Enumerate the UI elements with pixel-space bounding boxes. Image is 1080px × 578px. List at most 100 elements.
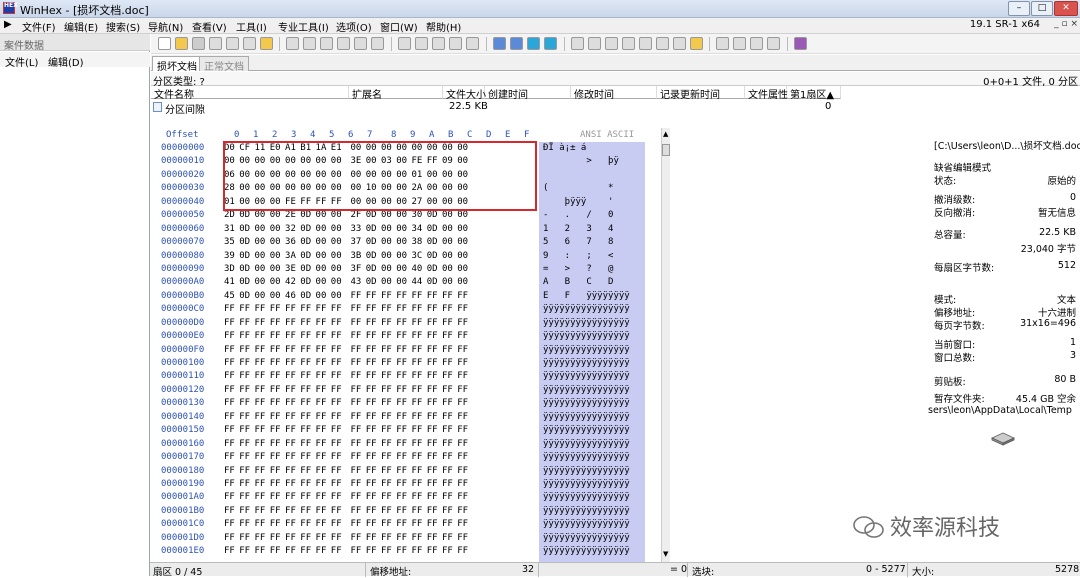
ascii-row[interactable]: ÿÿÿÿÿÿÿÿÿÿÿÿÿÿÿÿ (539, 478, 645, 491)
hex-row[interactable]: FF FF FF FF FF FF FF FF FF FF FF FF FF F… (224, 330, 540, 343)
new-file-icon[interactable] (158, 37, 171, 50)
menu-window[interactable]: 窗口(W) (380, 19, 418, 34)
close-button[interactable]: ✕ (1054, 1, 1078, 16)
ascii-row[interactable]: ÿÿÿÿÿÿÿÿÿÿÿÿÿÿÿÿ (539, 532, 645, 545)
menu-navigate[interactable]: 导航(N) (148, 19, 183, 34)
hex-row[interactable]: FF FF FF FF FF FF FF FF FF FF FF FF FF F… (224, 505, 540, 518)
analyze-icon[interactable] (690, 37, 703, 50)
hex-row[interactable]: 35 0D 00 00 36 0D 00 00 37 0D 00 00 38 0… (224, 236, 540, 249)
hex-row[interactable]: FF FF FF FF FF FF FF FF FF FF FF FF FF F… (224, 397, 540, 410)
copy-icon[interactable] (303, 37, 316, 50)
hex-row[interactable]: FF FF FF FF FF FF FF FF FF FF FF FF FF F… (224, 532, 540, 545)
ascii-row[interactable]: 9 : ; < (539, 250, 645, 263)
ascii-row[interactable]: ( * (539, 182, 645, 195)
menu-pro-tools[interactable]: 专业工具(I) (278, 19, 329, 34)
scroll-down-icon[interactable]: ▼ (663, 550, 668, 558)
hex-row[interactable]: FF FF FF FF FF FF FF FF FF FF FF FF FF F… (224, 384, 540, 397)
tab-damaged-doc[interactable]: 损坏文档 (152, 56, 202, 73)
open-disk-icon[interactable] (243, 37, 256, 50)
hex-row[interactable]: FF FF FF FF FF FF FF FF FF FF FF FF FF F… (224, 424, 540, 437)
hex-row[interactable]: FF FF FF FF FF FF FF FF FF FF FF FF FF F… (224, 465, 540, 478)
paste-write-icon[interactable] (354, 37, 367, 50)
hex-row[interactable]: FF FF FF FF FF FF FF FF FF FF FF FF FF F… (224, 303, 540, 316)
minimize-button[interactable]: – (1008, 1, 1030, 16)
ascii-row[interactable]: ÿÿÿÿÿÿÿÿÿÿÿÿÿÿÿÿ (539, 357, 645, 370)
ascii-row[interactable]: ÿÿÿÿÿÿÿÿÿÿÿÿÿÿÿÿ (539, 491, 645, 504)
col-extension[interactable]: 扩展名 (349, 86, 443, 101)
clone-disk-icon[interactable] (588, 37, 601, 50)
menu-file[interactable]: 文件(F) (22, 19, 56, 34)
ascii-row[interactable]: ÐÏ à¡± á (539, 142, 645, 155)
ascii-row[interactable]: ÿÿÿÿÿÿÿÿÿÿÿÿÿÿÿÿ (539, 451, 645, 464)
ascii-row[interactable]: > þÿ (539, 155, 645, 168)
goto-sector-icon[interactable] (510, 37, 523, 50)
binary-icon[interactable] (371, 37, 384, 50)
ascii-row[interactable]: þÿÿÿ ' (539, 196, 645, 209)
disk-tools-icon[interactable] (571, 37, 584, 50)
menu-tools[interactable]: 工具(I) (236, 19, 267, 34)
goto-offset-icon[interactable] (493, 37, 506, 50)
hex-row[interactable]: FF FF FF FF FF FF FF FF FF FF FF FF FF F… (224, 451, 540, 464)
prev-page-icon[interactable] (750, 37, 763, 50)
ram-icon[interactable] (605, 37, 618, 50)
hex-row[interactable]: FF FF FF FF FF FF FF FF FF FF FF FF FF F… (224, 491, 540, 504)
open-folder-icon[interactable] (175, 37, 188, 50)
hex-row[interactable]: FF FF FF FF FF FF FF FF FF FF FF FF FF F… (224, 438, 540, 451)
scroll-thumb[interactable] (662, 144, 670, 156)
menu-help[interactable]: 帮助(H) (426, 19, 461, 34)
subwindow-controls[interactable]: _ ▫ × (1054, 19, 1078, 29)
menu-options[interactable]: 选项(O) (336, 19, 372, 34)
menu-edit[interactable]: 编辑(E) (64, 19, 98, 34)
hex-row[interactable]: FF FF FF FF FF FF FF FF FF FF FF FF FF F… (224, 370, 540, 383)
ascii-row[interactable]: 1 2 3 4 (539, 223, 645, 236)
cut-icon[interactable] (320, 37, 333, 50)
help-book-icon[interactable] (794, 37, 807, 50)
ascii-row[interactable]: ÿÿÿÿÿÿÿÿÿÿÿÿÿÿÿÿ (539, 518, 645, 531)
print-icon[interactable] (209, 37, 222, 50)
back-arrow-icon[interactable] (527, 37, 540, 50)
hex-row[interactable]: FF FF FF FF FF FF FF FF FF FF FF FF FF F… (224, 317, 540, 330)
hex-row[interactable]: FF FF FF FF FF FF FF FF FF FF FF FF FF F… (224, 357, 540, 370)
menu-view[interactable]: 查看(V) (192, 19, 227, 34)
forward-arrow-icon[interactable] (544, 37, 557, 50)
paste-icon[interactable] (337, 37, 350, 50)
ascii-row[interactable]: ÿÿÿÿÿÿÿÿÿÿÿÿÿÿÿÿ (539, 545, 645, 558)
ascii-row[interactable]: ÿÿÿÿÿÿÿÿÿÿÿÿÿÿÿÿ (539, 465, 645, 478)
maximize-button[interactable]: □ (1031, 1, 1053, 16)
hex-row[interactable]: FF FF FF FF FF FF FF FF FF FF FF FF FF F… (224, 545, 540, 558)
hex-row[interactable]: 41 0D 00 00 42 0D 00 00 43 0D 00 00 44 0… (224, 276, 540, 289)
hex-row[interactable]: 39 0D 00 00 3A 0D 00 00 3B 0D 00 00 3C 0… (224, 250, 540, 263)
snapshot-icon[interactable] (260, 37, 273, 50)
col-attributes[interactable]: 文件属性 (745, 86, 788, 101)
tab-normal-doc[interactable]: 正常文档 (199, 56, 249, 73)
find-hex-icon[interactable] (415, 37, 428, 50)
replace-text-icon[interactable] (432, 37, 445, 50)
ascii-row[interactable]: 5 6 7 8 (539, 236, 645, 249)
replace-hex-icon[interactable] (449, 37, 462, 50)
zoom-icon[interactable] (639, 37, 652, 50)
menu-search[interactable]: 搜索(S) (106, 19, 140, 34)
hex-row[interactable]: 31 0D 00 00 32 0D 00 00 33 0D 00 00 34 0… (224, 223, 540, 236)
ascii-row[interactable]: ÿÿÿÿÿÿÿÿÿÿÿÿÿÿÿÿ (539, 424, 645, 437)
col-first-sector[interactable]: 第1扇区▲ (787, 86, 841, 101)
ascii-row[interactable]: ÿÿÿÿÿÿÿÿÿÿÿÿÿÿÿÿ (539, 384, 645, 397)
ascii-row[interactable]: ÿÿÿÿÿÿÿÿÿÿÿÿÿÿÿÿ (539, 438, 645, 451)
system-menu-icon[interactable]: ▶ (4, 19, 12, 30)
ascii-row[interactable]: ÿÿÿÿÿÿÿÿÿÿÿÿÿÿÿÿ (539, 344, 645, 357)
hex-row[interactable]: 2D 0D 00 00 2E 0D 00 00 2F 0D 00 00 30 0… (224, 209, 540, 222)
ascii-row[interactable]: A B C D (539, 276, 645, 289)
table-icon[interactable] (733, 37, 746, 50)
undo-icon[interactable] (286, 37, 299, 50)
find-next-icon[interactable] (466, 37, 479, 50)
hex-row[interactable]: FF FF FF FF FF FF FF FF FF FF FF FF FF F… (224, 518, 540, 531)
template-icon[interactable] (673, 37, 686, 50)
col-size[interactable]: 文件大小 (443, 86, 486, 101)
scroll-up-icon[interactable]: ▲ (663, 130, 668, 138)
hex-row[interactable]: FF FF FF FF FF FF FF FF FF FF FF FF FF F… (224, 344, 540, 357)
ascii-row[interactable]: ÿÿÿÿÿÿÿÿÿÿÿÿÿÿÿÿ (539, 317, 645, 330)
ascii-row[interactable]: ÿÿÿÿÿÿÿÿÿÿÿÿÿÿÿÿ (539, 411, 645, 424)
hex-row[interactable]: FF FF FF FF FF FF FF FF FF FF FF FF FF F… (224, 478, 540, 491)
hex-row[interactable]: 45 0D 00 00 46 0D 00 00 FF FF FF FF FF F… (224, 290, 540, 303)
hex-scrollbar[interactable]: ▲ ▼ (661, 128, 670, 562)
case-menu-edit[interactable]: 编辑(D) (48, 54, 84, 69)
